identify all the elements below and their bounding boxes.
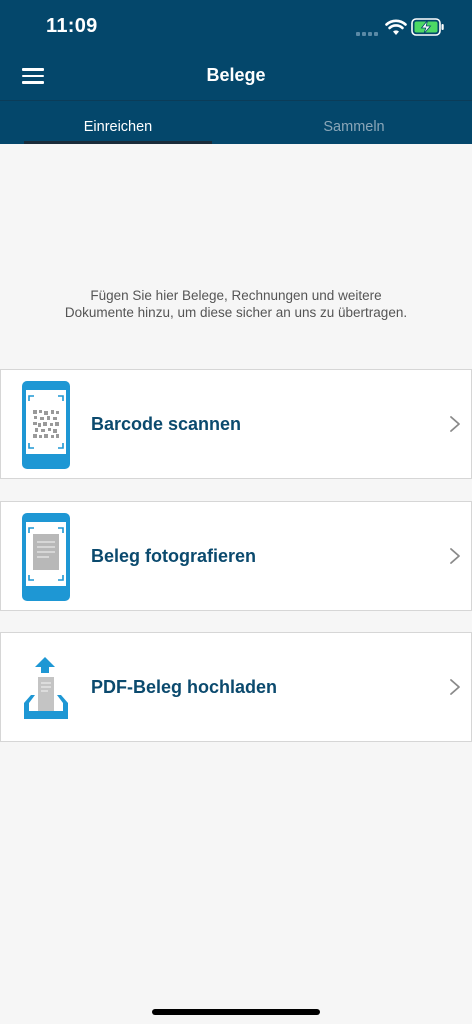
wifi-icon: [385, 19, 407, 35]
app-header: 11:09 Belege Einreichen Sammeln: [0, 0, 472, 144]
status-bar: 11:09: [0, 0, 472, 52]
document-photo-button[interactable]: Beleg fotografieren: [0, 501, 472, 611]
card-label: Barcode scannen: [91, 414, 242, 434]
tab-bar: Einreichen Sammeln: [0, 101, 472, 144]
status-time: 11:09: [46, 15, 98, 37]
document-photo-phone-icon: [22, 513, 70, 601]
home-indicator[interactable]: [152, 1009, 320, 1015]
page-title: Belege: [206, 65, 266, 85]
pdf-upload-button[interactable]: PDF-Beleg hochladen: [0, 632, 472, 742]
battery-charging-icon: [411, 18, 444, 36]
navigation-bar: Belege: [0, 52, 472, 100]
card-label: PDF-Beleg hochladen: [91, 677, 278, 697]
barcode-scan-button[interactable]: Barcode scannen: [0, 369, 472, 479]
chevron-right-icon: [450, 416, 460, 432]
tab-label: Einreichen: [83, 119, 153, 135]
barcode-scan-phone-icon: [22, 381, 70, 469]
intro-text: Fügen Sie hier Belege, Rechnungen und we…: [64, 288, 408, 320]
card-label: Beleg fotografieren: [91, 546, 257, 566]
pdf-upload-icon: [24, 657, 68, 719]
tab-sammeln[interactable]: Sammeln: [236, 101, 472, 144]
chevron-right-icon: [450, 548, 460, 564]
tab-label: Sammeln: [323, 119, 385, 135]
chevron-right-icon: [450, 679, 460, 695]
cellular-signal-icon: [356, 30, 380, 36]
tab-einreichen[interactable]: Einreichen: [0, 101, 236, 144]
active-tab-indicator: [24, 141, 212, 144]
